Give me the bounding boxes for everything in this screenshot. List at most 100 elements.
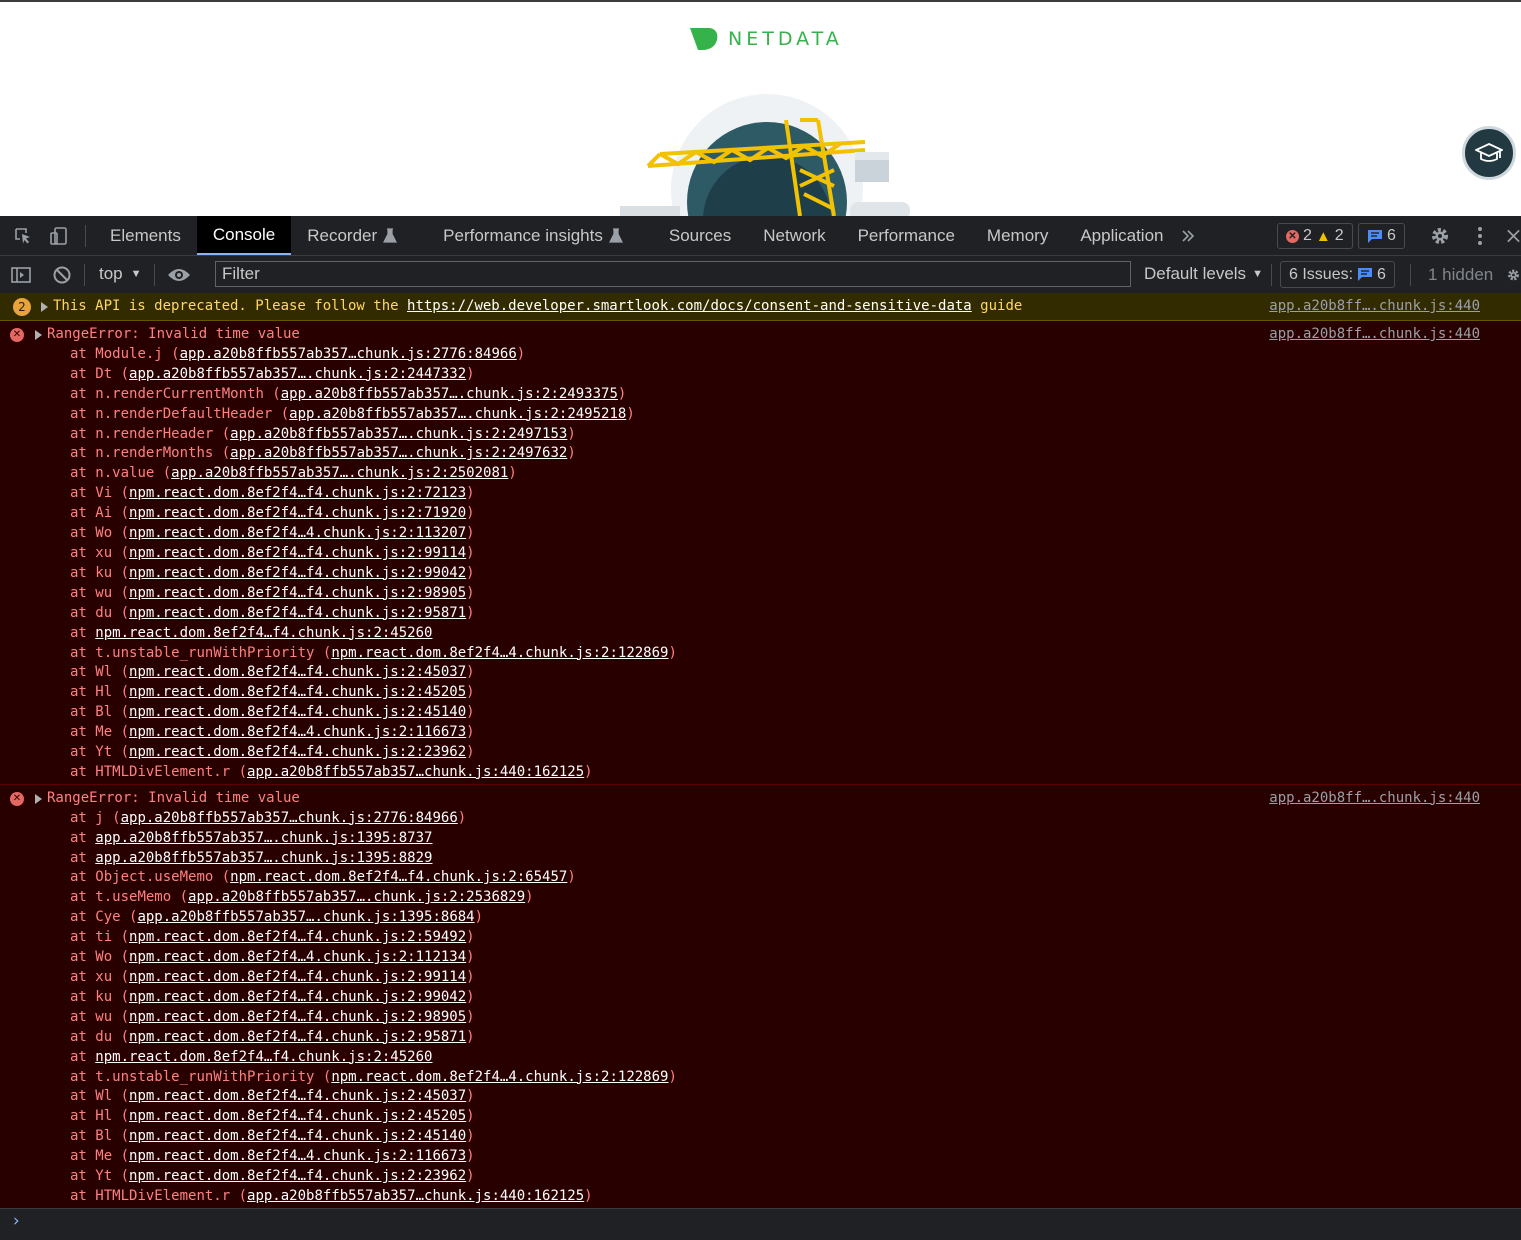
messages-counter[interactable]: 6 [1358,223,1405,249]
stack-source-link[interactable]: app.a20b8ffb557ab357….chunk.js:2:2447332 [129,366,466,382]
tab-application[interactable]: Application [1064,216,1179,255]
tab-performance[interactable]: Performance [842,216,971,255]
error-count: 2 [1303,227,1312,244]
stack-function-name: t.unstable_runWithPriority [95,1068,315,1085]
sidebar-toggle-icon[interactable] [9,263,33,287]
stack-at-keyword: at [70,664,96,681]
settings-gear-icon[interactable] [1428,224,1452,248]
stack-frame: at HTMLDivElement.r (app.a20b8ffb557ab35… [70,763,593,780]
tab-network[interactable]: Network [747,216,841,255]
stack-source-link[interactable]: npm.react.dom.8ef2f4…4.chunk.js:2:112134 [129,949,466,965]
stack-source-link[interactable]: npm.react.dom.8ef2f4…4.chunk.js:2:122869 [331,645,668,661]
message-icon [1368,229,1382,243]
stack-source-link[interactable]: npm.react.dom.8ef2f4…f4.chunk.js:2:99114 [129,545,466,561]
stack-source-link[interactable]: npm.react.dom.8ef2f4…f4.chunk.js:2:23962 [129,1168,466,1184]
tab-memory[interactable]: Memory [971,216,1064,255]
learn-button[interactable] [1462,126,1516,180]
stack-function-name: xu [95,544,113,561]
issues-button[interactable]: 6 Issues: 6 [1280,261,1395,288]
stack-at-keyword: at [70,763,96,780]
stack-source-link[interactable]: app.a20b8ffb557ab357….chunk.js:1395:8737 [95,830,432,846]
web-page-viewport: NETDATA [0,0,1521,216]
stack-source-link[interactable]: app.a20b8ffb557ab357….chunk.js:2:2497632 [230,445,567,461]
tab-elements[interactable]: Elements [94,216,197,255]
stack-source-link[interactable]: npm.react.dom.8ef2f4…f4.chunk.js:2:45037 [129,1088,466,1104]
console-error[interactable]: ✕ RangeError: Invalid time value app.a20b8… [0,784,1521,1209]
stack-source-link[interactable]: npm.react.dom.8ef2f4…f4.chunk.js:2:72123 [129,485,466,501]
stack-source-link[interactable]: npm.react.dom.8ef2f4…f4.chunk.js:2:99114 [129,969,466,985]
select-element-icon[interactable] [11,224,35,248]
stack-source-link[interactable]: npm.react.dom.8ef2f4…f4.chunk.js:2:45140 [129,704,466,720]
stack-source-link[interactable]: npm.react.dom.8ef2f4…f4.chunk.js:2:45140 [129,1128,466,1144]
device-toolbar-icon[interactable] [47,224,71,248]
stack-source-link[interactable]: app.a20b8ffb557ab357….chunk.js:2:2536829 [188,889,525,905]
console-warning[interactable]: 2 This API is deprecated. Please follow … [0,293,1521,321]
stack-source-link[interactable]: npm.react.dom.8ef2f4…f4.chunk.js:2:23962 [129,744,466,760]
stack-source-link[interactable]: npm.react.dom.8ef2f4…f4.chunk.js:2:45205 [129,684,466,700]
error-source-link[interactable]: app.a20b8ff….chunk.js:440 [1269,789,1480,809]
stack-frame: at Ai (npm.react.dom.8ef2f4…f4.chunk.js:… [70,505,475,522]
stack-source-link[interactable]: npm.react.dom.8ef2f4…4.chunk.js:2:113207 [129,525,466,541]
more-tabs-icon[interactable] [1176,224,1200,248]
stack-function-name: wu [95,584,113,601]
stack-source-link[interactable]: app.a20b8ffb557ab357….chunk.js:2:2495218 [289,406,626,422]
stack-source-link[interactable]: app.a20b8ffb557ab357….chunk.js:2:2493375 [281,386,618,402]
stack-source-link[interactable]: npm.react.dom.8ef2f4…f4.chunk.js:2:98905 [129,1009,466,1025]
context-selector[interactable]: top ▼ [99,264,142,284]
expand-triangle-icon[interactable] [35,793,42,804]
tab-sources[interactable]: Sources [653,216,747,255]
stack-source-link[interactable]: npm.react.dom.8ef2f4…4.chunk.js:2:116673 [129,1148,466,1164]
stack-source-link[interactable]: npm.react.dom.8ef2f4…4.chunk.js:2:116673 [129,724,466,740]
stack-source-link[interactable]: npm.react.dom.8ef2f4…f4.chunk.js:2:45260 [95,1049,432,1065]
stack-source-link[interactable]: app.a20b8ffb557ab357…chunk.js:440:162125 [247,1188,584,1204]
close-icon[interactable] [1506,224,1521,248]
tab-recorder[interactable]: Recorder [291,216,413,255]
console-error[interactable]: ✕ RangeError: Invalid time value app.a20b8… [0,321,1521,785]
eye-icon[interactable] [167,263,191,287]
stack-source-link[interactable]: npm.react.dom.8ef2f4…f4.chunk.js:2:99042 [129,989,466,1005]
warning-link[interactable]: https://web.developer.smartlook.com/docs… [407,298,972,314]
stack-at-keyword: at [70,969,96,985]
stack-function-name: n.value [95,465,155,482]
netdata-logo[interactable]: NETDATA [688,24,843,54]
warning-text-after: guide [971,298,1023,314]
gear-icon[interactable] [1506,263,1521,287]
expand-triangle-icon[interactable] [35,330,42,340]
stack-source-link[interactable]: npm.react.dom.8ef2f4…f4.chunk.js:2:99042 [129,565,466,581]
stack-source-link[interactable]: npm.react.dom.8ef2f4…f4.chunk.js:2:45260 [95,625,432,641]
stack-source-link[interactable]: npm.react.dom.8ef2f4…f4.chunk.js:2:59492 [129,929,466,945]
stack-source-link[interactable]: npm.react.dom.8ef2f4…f4.chunk.js:2:98905 [129,585,466,601]
stack-source-link[interactable]: app.a20b8ffb557ab357…chunk.js:2776:84966 [180,346,517,362]
stack-source-link[interactable]: app.a20b8ffb557ab357…chunk.js:440:162125 [247,764,584,780]
kebab-menu-icon[interactable] [1468,224,1492,248]
stack-source-link[interactable]: npm.react.dom.8ef2f4…f4.chunk.js:2:65457 [230,869,567,885]
tab-performance-insights[interactable]: Performance insights [427,216,639,255]
clear-console-icon[interactable] [50,263,74,287]
warning-source-link[interactable]: app.a20b8ff….chunk.js:440 [1269,297,1480,317]
stack-at-keyword: at [70,405,96,422]
tab-console[interactable]: Console [196,216,292,255]
stack-source-link[interactable]: npm.react.dom.8ef2f4…f4.chunk.js:2:71920 [129,505,466,521]
stack-frame: at Module.j (app.a20b8ffb557ab357…chunk.… [70,345,526,362]
stack-source-link[interactable]: app.a20b8ffb557ab357….chunk.js:1395:8684 [137,909,474,925]
filter-input[interactable]: Filter [215,261,1131,287]
devtools-tabbar: Elements Console Recorder Performance in… [0,216,1521,256]
stack-source-link[interactable]: npm.react.dom.8ef2f4…f4.chunk.js:2:95871 [129,605,466,621]
stack-function-name: Hl [95,1108,113,1125]
log-levels-dropdown[interactable]: Default levels ▼ [1144,264,1263,284]
expand-triangle-icon[interactable] [41,302,48,312]
error-source-link[interactable]: app.a20b8ff….chunk.js:440 [1269,325,1480,345]
issues-count: 6 [1377,265,1386,283]
stack-source-link[interactable]: app.a20b8ffb557ab357….chunk.js:1395:8829 [95,850,432,866]
stack-source-link[interactable]: app.a20b8ffb557ab357…chunk.js:2776:84966 [121,810,458,826]
stack-source-link[interactable]: npm.react.dom.8ef2f4…4.chunk.js:2:122869 [331,1069,668,1085]
stack-source-link[interactable]: npm.react.dom.8ef2f4…f4.chunk.js:2:45037 [129,664,466,680]
console-prompt[interactable]: › [0,1208,1521,1240]
stack-source-link[interactable]: npm.react.dom.8ef2f4…f4.chunk.js:2:45205 [129,1108,466,1124]
stack-source-link[interactable]: app.a20b8ffb557ab357….chunk.js:2:2497153 [230,426,567,442]
stack-source-link[interactable]: npm.react.dom.8ef2f4…f4.chunk.js:2:95871 [129,1029,466,1045]
stack-function-name: Module.j [95,345,163,362]
error-warning-counter[interactable]: ✕ 2 ▲ 2 [1277,223,1353,249]
warning-text: This API is deprecated. Please follow th… [53,298,408,314]
stack-source-link[interactable]: app.a20b8ffb557ab357….chunk.js:2:2502081 [171,465,508,481]
